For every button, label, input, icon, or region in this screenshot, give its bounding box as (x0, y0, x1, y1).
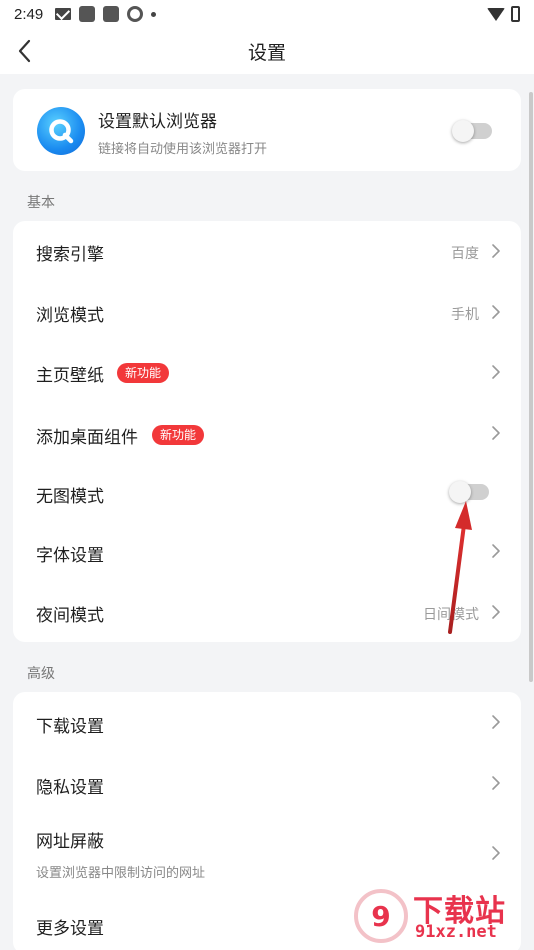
chevron-right-icon (491, 425, 501, 441)
chevron-right-icon (491, 243, 501, 259)
status-bar: 2:49 (0, 0, 534, 28)
chevron-right-icon (491, 304, 501, 320)
chevron-right-icon (491, 845, 501, 861)
chevron-left-icon (18, 39, 31, 63)
app-notification-icon (103, 6, 120, 22)
row-label: 无图模式 (36, 487, 104, 507)
default-browser-toggle[interactable] (452, 120, 492, 142)
default-browser-card: 设置默认浏览器 链接将自动使用该浏览器打开 (13, 89, 521, 171)
row-url-block[interactable]: 网址屏蔽 设置浏览器中限制访问的网址 (13, 812, 521, 892)
row-label: 字体设置 (36, 546, 104, 566)
basic-settings-card: 搜索引擎 百度 浏览模式 手机 主页壁纸 新功能 添加桌面组件 新功能 无图模式… (13, 221, 521, 642)
watermark-url: 91xz.net (415, 922, 497, 942)
row-font-settings[interactable]: 字体设置 (13, 521, 521, 581)
battery-icon (511, 6, 520, 22)
row-label: 浏览模式 (36, 306, 104, 326)
sync-notification-icon (127, 6, 144, 22)
row-label: 更多设置 (36, 919, 104, 939)
row-label: 搜索引擎 (36, 245, 104, 265)
new-feature-badge: 新功能 (117, 363, 170, 383)
row-label: 夜间模式 (36, 606, 104, 626)
chevron-right-icon (491, 604, 501, 620)
mail-notification-icon (55, 8, 72, 20)
row-value: 百度 (451, 246, 479, 262)
row-add-desktop-widget[interactable]: 添加桌面组件 新功能 (13, 401, 521, 461)
no-image-mode-toggle[interactable] (449, 481, 489, 503)
row-home-wallpaper[interactable]: 主页壁纸 新功能 (13, 341, 521, 401)
row-value: 手机 (451, 307, 479, 323)
watermark: 9 下载站 91xz.net (353, 886, 528, 946)
row-label: 主页壁纸 (36, 366, 104, 386)
svg-text:9: 9 (371, 900, 390, 933)
default-browser-subtitle: 链接将自动使用该浏览器打开 (98, 142, 268, 157)
app-notification-icon (79, 6, 96, 22)
wifi-icon (487, 7, 505, 21)
status-right (487, 6, 520, 22)
row-search-engine[interactable]: 搜索引擎 百度 (13, 221, 521, 281)
row-privacy-settings[interactable]: 隐私设置 (13, 752, 521, 812)
toggle-knob (449, 481, 471, 503)
row-label: 隐私设置 (36, 778, 104, 798)
row-browse-mode[interactable]: 浏览模式 手机 (13, 281, 521, 341)
row-label: 网址屏蔽 (36, 832, 104, 852)
back-button[interactable] (14, 36, 38, 66)
watermark-logo-icon: 9 (354, 889, 408, 943)
section-label-basic: 基本 (27, 195, 55, 211)
new-feature-badge: 新功能 (152, 425, 205, 445)
row-no-image-mode: 无图模式 (13, 461, 521, 521)
chevron-right-icon (491, 543, 501, 559)
row-download-settings[interactable]: 下载设置 (13, 692, 521, 752)
scrollbar[interactable] (529, 92, 533, 682)
status-time: 2:49 (14, 5, 44, 23)
toggle-knob (452, 120, 474, 142)
row-value: 日间模式 (423, 607, 479, 623)
row-night-mode[interactable]: 夜间模式 日间模式 (13, 581, 521, 642)
more-notifications-icon (151, 11, 157, 17)
section-label-advanced: 高级 (27, 666, 55, 682)
row-subtitle: 设置浏览器中限制访问的网址 (36, 866, 206, 881)
app-header: 设置 (0, 28, 534, 74)
default-browser-title: 设置默认浏览器 (98, 112, 217, 132)
chevron-right-icon (491, 714, 501, 730)
page-title: 设置 (247, 41, 286, 64)
browser-logo-icon (37, 107, 85, 155)
chevron-right-icon (491, 775, 501, 791)
row-label: 下载设置 (36, 717, 104, 737)
row-label: 添加桌面组件 (36, 428, 138, 448)
chevron-right-icon (491, 364, 501, 380)
